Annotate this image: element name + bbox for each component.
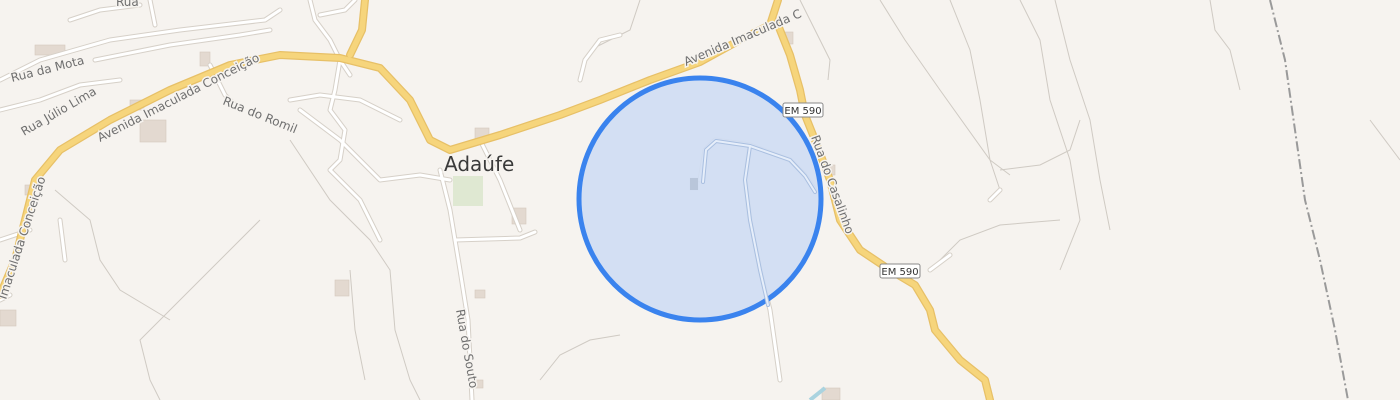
place-label-adaufe: Adaúfe <box>444 152 514 176</box>
route-shield-em590-top: EM 590 <box>782 102 824 118</box>
building-in-circle <box>690 178 698 190</box>
street-label-rua-top: Rua <box>116 0 139 9</box>
route-shield-label: EM 590 <box>881 267 918 278</box>
route-shield-em590-bottom: EM 590 <box>879 263 921 279</box>
route-shield-label: EM 590 <box>784 106 821 117</box>
green-area <box>453 176 483 206</box>
map-canvas[interactable]: Rua Rua da Mota Rua Júlio Lima Avenida I… <box>0 0 1400 400</box>
